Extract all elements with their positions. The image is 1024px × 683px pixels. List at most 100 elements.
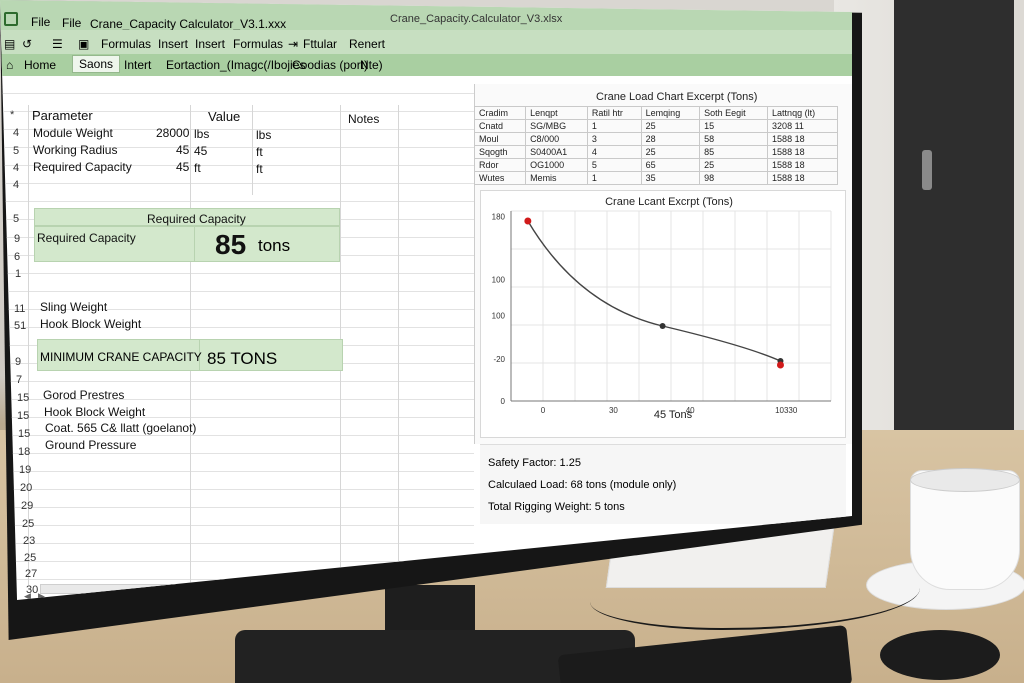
ribbon-pin-icon[interactable]: ⇥ xyxy=(288,37,298,51)
cell-sling-weight[interactable]: Sling Weight xyxy=(40,300,107,314)
row-header-corner[interactable]: * xyxy=(10,109,14,121)
ribbon-icon-1[interactable]: ▤ xyxy=(4,37,15,51)
table-cell: 3 xyxy=(586,132,642,146)
table-cell: 4 xyxy=(586,145,642,159)
ribbon-renert[interactable]: Renert xyxy=(349,37,385,51)
cell-module-weight[interactable]: Module Weight xyxy=(33,126,113,140)
table-cell: 25 xyxy=(640,145,701,159)
row-number[interactable]: 4 xyxy=(13,162,19,174)
table-cell: Moul xyxy=(473,132,527,146)
row-number[interactable]: 20 xyxy=(20,482,32,494)
menu-file[interactable]: File xyxy=(31,15,50,29)
cell-required-capacity-value[interactable]: 45 xyxy=(176,160,189,174)
table-row: Cnatd SG/MBG 1 25 15 3208 11 xyxy=(473,119,838,133)
home-icon[interactable]: ⌂ xyxy=(6,58,13,72)
tab-intert[interactable]: Intert xyxy=(124,58,151,72)
load-chart-header-row: Cradim Lenqpt Ratil htr Lemqing Soth Eeg… xyxy=(473,106,838,120)
required-capacity-header[interactable]: Required Capacity xyxy=(147,212,246,226)
cell-working-radius-value[interactable]: 45 xyxy=(176,143,189,157)
table-cell: Cnatd xyxy=(473,119,527,133)
row-number[interactable]: 5 xyxy=(13,213,19,225)
chart-title: Crane Lcant Excrpt (Tons) xyxy=(605,196,733,208)
tab-nte[interactable]: Nte) xyxy=(360,58,383,72)
grid-col-line xyxy=(252,105,253,195)
row-number[interactable]: 18 xyxy=(18,446,30,458)
tab-active[interactable]: Saons xyxy=(72,55,121,73)
row-number[interactable]: 15 xyxy=(17,392,29,404)
table-row: Sqogth S0400A1 4 25 85 1588 18 xyxy=(473,145,838,159)
tab-home[interactable]: Home xyxy=(24,58,56,72)
ribbon-formulas[interactable]: Formulas xyxy=(101,37,151,51)
required-capacity-value[interactable]: 85 xyxy=(215,229,246,261)
scroll-left-arrow-icon[interactable]: ◀ xyxy=(24,591,31,600)
cell-required-capacity-unit[interactable]: ft xyxy=(194,161,201,175)
row-number[interactable]: 9 xyxy=(15,356,21,368)
row-number[interactable]: 11 xyxy=(14,303,25,315)
cell-ground-pressure[interactable]: Ground Pressure xyxy=(45,438,136,452)
sheet-tabs: ⌂ Home Saons Intert Eortaction_(Imagc(/I… xyxy=(0,54,852,76)
cell-module-weight-unit[interactable]: lbs xyxy=(194,127,209,141)
table-cell: 1588 18 xyxy=(767,158,838,172)
mouse xyxy=(880,630,1000,680)
row-number[interactable]: 25 xyxy=(22,518,34,530)
table-cell: 98 xyxy=(699,171,769,185)
grid-col-line xyxy=(398,105,399,585)
header-value[interactable]: Value xyxy=(208,109,240,124)
row-number[interactable]: 4 xyxy=(13,127,19,139)
row-number[interactable]: 7 xyxy=(16,374,22,386)
row-number[interactable]: 51 xyxy=(14,320,26,332)
chart-x-tick-label: 10330 xyxy=(775,406,798,415)
ribbon-insert-2[interactable]: Insert xyxy=(195,37,225,51)
cell-hook-block-weight[interactable]: Hook Block Weight xyxy=(40,317,141,331)
cell-coat-calc[interactable]: Coat. 565 C& llatt (goelanot) xyxy=(45,421,196,435)
ribbon-icon-3[interactable]: ☰ xyxy=(52,37,63,51)
menu-file-secondary[interactable]: File xyxy=(62,16,81,30)
row-number[interactable]: 29 xyxy=(21,500,33,512)
table-header: Ratil htr xyxy=(586,106,642,120)
required-capacity-label[interactable]: Required Capacity xyxy=(37,231,136,245)
ribbon-insert[interactable]: Insert xyxy=(158,37,188,51)
header-parameter[interactable]: Parameter xyxy=(32,108,93,123)
cell-module-weight-value[interactable]: 28000 xyxy=(156,126,189,140)
row-number[interactable]: 1 xyxy=(15,268,21,280)
row-number[interactable]: 4 xyxy=(13,179,19,191)
tab-coodias[interactable]: Coodias (port) xyxy=(292,58,368,72)
table-cell: 58 xyxy=(699,132,769,146)
row-number[interactable]: 5 xyxy=(13,145,19,157)
ribbon-icon-4[interactable]: ▣ xyxy=(78,37,89,51)
row-number[interactable]: 15 xyxy=(18,428,30,440)
cell-working-radius-unit[interactable]: ft xyxy=(256,145,263,159)
row-number[interactable]: 15 xyxy=(17,410,29,422)
table-cell: Sqogth xyxy=(473,145,527,159)
cell-ground-prestres[interactable]: Gorod Prestres xyxy=(43,388,124,402)
table-cell: 5 xyxy=(586,158,642,172)
ribbon-icon-2[interactable]: ↺ xyxy=(22,37,32,51)
tab-extraction[interactable]: Eortaction_(Imagc(/Ibojies xyxy=(166,58,305,72)
minimum-crane-capacity-value[interactable]: 85 TONS xyxy=(207,349,277,369)
band-divider xyxy=(194,226,195,262)
title-bar: File File Crane_Capacity Calculator_V3.1… xyxy=(0,0,852,40)
ribbon-fttular[interactable]: Fttular xyxy=(303,37,337,51)
header-notes[interactable]: Notes xyxy=(348,112,379,126)
cell-working-radius-value2[interactable]: 45 xyxy=(194,144,207,158)
row-number[interactable]: 23 xyxy=(23,535,35,547)
door-handle xyxy=(922,150,932,190)
row-number[interactable]: 6 xyxy=(14,251,20,263)
cell-working-radius[interactable]: Working Radius xyxy=(33,143,117,157)
cell-hook-block-weight-2[interactable]: Hook Block Weight xyxy=(44,405,145,419)
excel-app-icon[interactable] xyxy=(4,12,18,26)
chart-y-tick-label: 100 xyxy=(492,275,506,284)
row-number[interactable]: 9 xyxy=(14,233,20,245)
chart-x-tick-label: 0 xyxy=(541,406,546,415)
cell-module-weight-note[interactable]: lbs xyxy=(256,128,271,142)
row-number[interactable]: 27 xyxy=(25,568,37,580)
row-number[interactable]: 25 xyxy=(24,552,36,564)
ribbon-formulas-2[interactable]: Formulas xyxy=(233,37,283,51)
load-chart-table: Cradim Lenqpt Ratil htr Lemqing Soth Eeg… xyxy=(473,106,838,185)
cell-required-capacity[interactable]: Required Capacity xyxy=(33,160,132,174)
total-rigging-weight: Total Rigging Weight: 5 tons xyxy=(488,501,625,513)
row-number[interactable]: 19 xyxy=(19,464,31,476)
document-name: Crane_Capacity Calculator_V3.1.xxx xyxy=(90,17,287,31)
cell-required-capacity-note[interactable]: ft xyxy=(256,162,263,176)
minimum-crane-capacity-label[interactable]: MINIMUM CRANE CAPACITY xyxy=(40,350,202,364)
